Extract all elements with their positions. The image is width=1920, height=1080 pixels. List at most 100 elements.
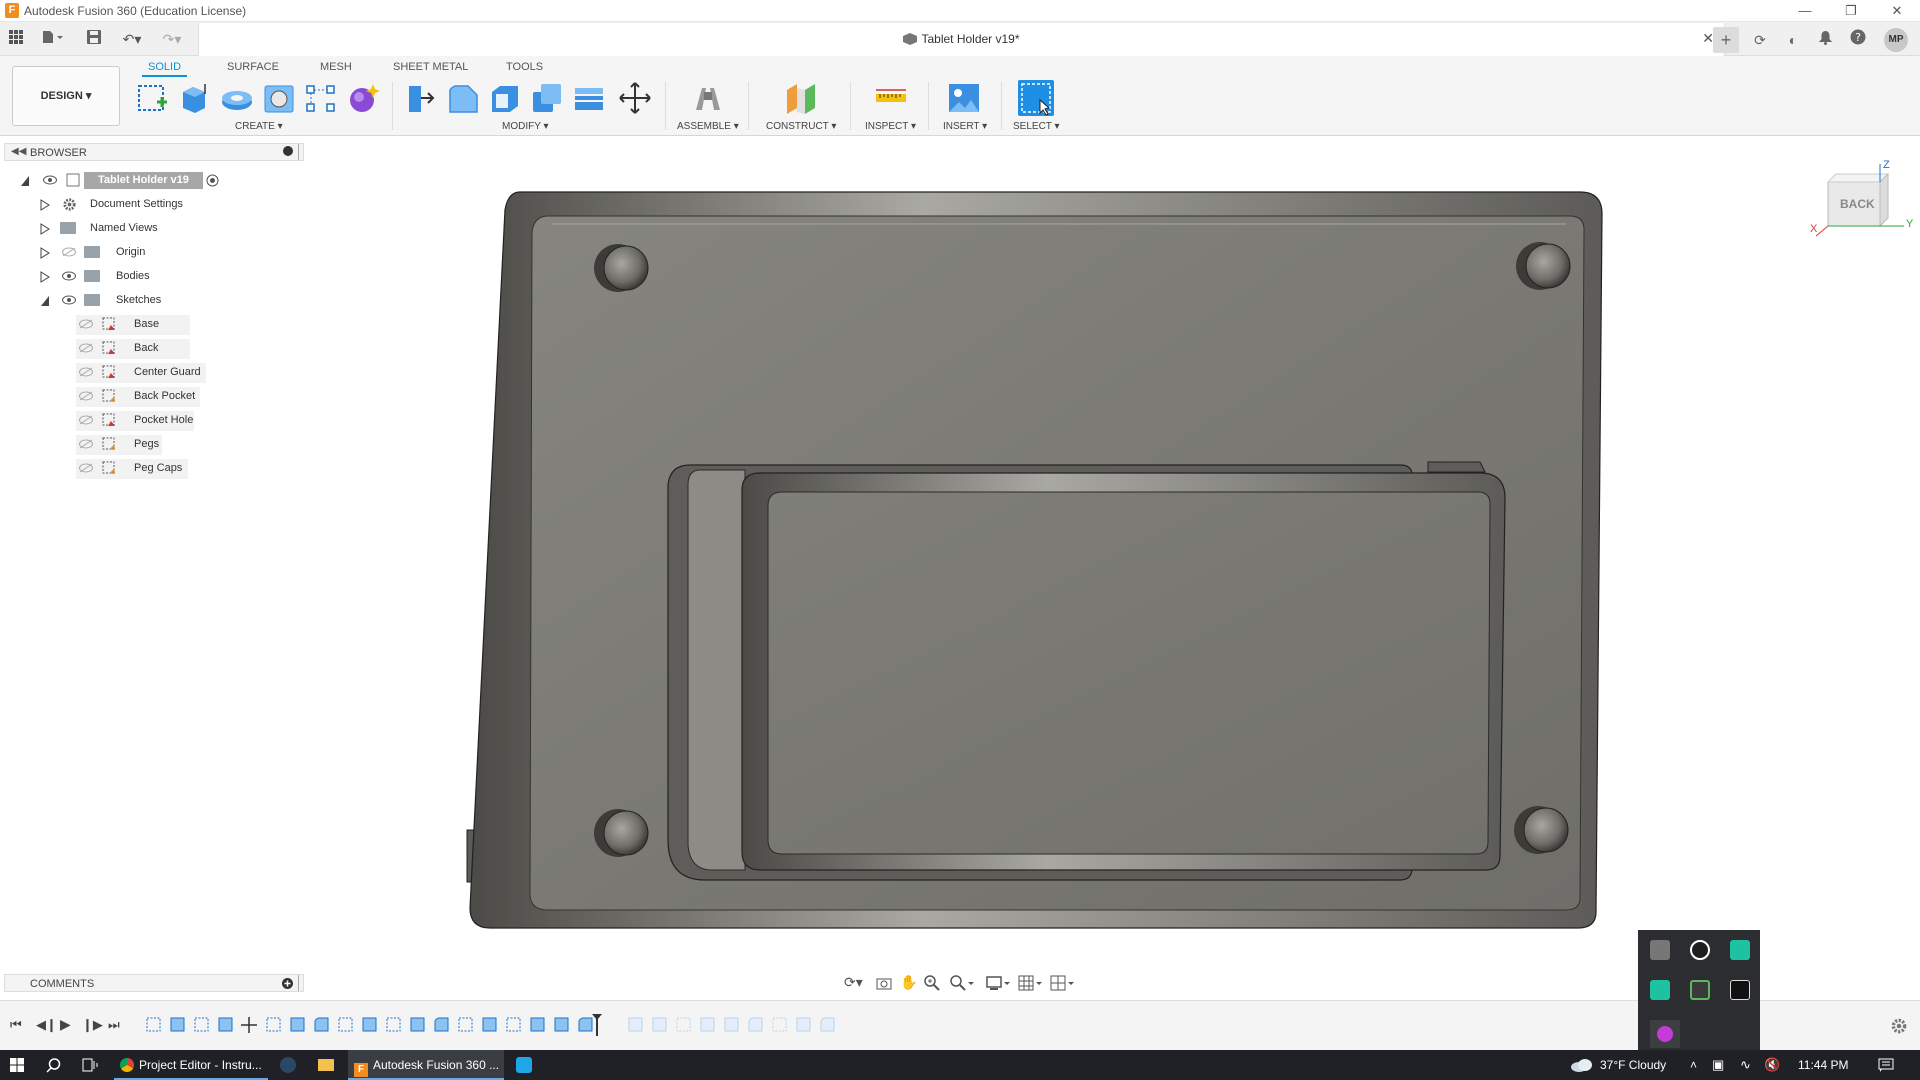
- timeline-last-icon[interactable]: ⏭: [108, 1017, 120, 1033]
- browser-root-label[interactable]: Tablet Holder v19: [84, 172, 203, 189]
- browser-item-sketches[interactable]: Sketches: [0, 291, 300, 311]
- network-icon[interactable]: ▣: [1712, 1050, 1724, 1080]
- browser-panel-header[interactable]: ◀◀ BROWSER: [4, 143, 304, 161]
- sketch-item-pocket-hole[interactable]: Pocket Hole: [76, 411, 194, 431]
- modify-group-label[interactable]: MODIFY ▾: [502, 121, 549, 132]
- combine-icon[interactable]: [529, 80, 565, 116]
- look-at-icon[interactable]: [876, 976, 892, 993]
- volume-muted-icon[interactable]: 🔇: [1764, 1050, 1780, 1080]
- sketch-item-pegs[interactable]: Pegs: [76, 435, 162, 455]
- tab-mesh[interactable]: MESH: [314, 59, 358, 75]
- notifications-bell-icon[interactable]: [1813, 28, 1837, 52]
- display-settings-icon[interactable]: [986, 975, 1012, 994]
- press-pull-icon[interactable]: [403, 80, 439, 116]
- tray-k-app-icon[interactable]: [1730, 980, 1750, 1000]
- job-status-icon[interactable]: ◐: [1781, 28, 1805, 52]
- extrude-icon[interactable]: [177, 80, 213, 116]
- tab-solid[interactable]: SOLID: [142, 59, 188, 77]
- offset-plane-icon[interactable]: [783, 80, 819, 116]
- clock-time[interactable]: 11:44 PM: [1798, 1050, 1848, 1080]
- viewcube-face-label[interactable]: BACK: [1840, 197, 1875, 211]
- tray-green-app-icon[interactable]: [1650, 980, 1670, 1000]
- browser-item-named-views[interactable]: Named Views: [0, 219, 300, 239]
- wifi-icon[interactable]: ∿: [1740, 1050, 1751, 1080]
- document-tab[interactable]: Tablet Holder v19* ✕: [198, 23, 1725, 56]
- hole-icon[interactable]: [261, 80, 297, 116]
- taskbar-item-app[interactable]: [516, 1050, 538, 1080]
- taskbar-item-explorer[interactable]: [318, 1050, 340, 1080]
- orbit-icon[interactable]: ⟳▾: [844, 974, 863, 991]
- timeline-next-icon[interactable]: ❙▶: [82, 1017, 103, 1033]
- browser-pin-icon[interactable]: [283, 146, 293, 156]
- fillet-icon[interactable]: [445, 80, 481, 116]
- tray-green-app-icon[interactable]: [1730, 940, 1750, 960]
- restore-button[interactable]: ❐: [1828, 0, 1874, 22]
- create-sketch-icon[interactable]: [135, 80, 171, 116]
- joint-icon[interactable]: [690, 80, 726, 116]
- extensions-icon[interactable]: ⟳: [1748, 28, 1772, 52]
- viewports-icon[interactable]: [1050, 975, 1076, 994]
- taskbar-item-steam[interactable]: [280, 1050, 302, 1080]
- create-group-label[interactable]: CREATE ▾: [235, 121, 283, 132]
- revolve-icon[interactable]: [219, 80, 255, 116]
- sketch-item-back[interactable]: Back: [76, 339, 190, 359]
- weather-text[interactable]: 37°F Cloudy: [1600, 1050, 1666, 1080]
- show-hidden-icons-chevron-icon[interactable]: ˄: [1690, 1050, 1697, 1080]
- user-avatar[interactable]: MP: [1884, 28, 1908, 52]
- close-window-button[interactable]: ✕: [1874, 0, 1920, 22]
- sketch-item-center-guard[interactable]: Center Guard: [76, 363, 206, 383]
- taskbar-item-fusion[interactable]: F Autodesk Fusion 360 ...: [348, 1050, 504, 1080]
- tab-surface[interactable]: SURFACE: [221, 59, 285, 75]
- notification-center-icon[interactable]: [1878, 1058, 1894, 1072]
- security-shield-icon[interactable]: [1690, 940, 1710, 960]
- collapse-panel-icon[interactable]: ◀◀: [11, 146, 26, 157]
- assemble-group-label[interactable]: ASSEMBLE ▾: [677, 121, 739, 132]
- windows-start-icon[interactable]: [10, 1058, 24, 1072]
- timeline-first-icon[interactable]: ⏮: [10, 1017, 22, 1033]
- workspace-switcher-button[interactable]: DESIGN ▾: [12, 66, 120, 126]
- construct-group-label[interactable]: CONSTRUCT ▾: [766, 121, 836, 132]
- data-panel-grid-icon[interactable]: [6, 28, 26, 50]
- pattern-icon[interactable]: [303, 80, 339, 116]
- sketch-item-base[interactable]: Base: [76, 315, 190, 335]
- browser-item-document-settings[interactable]: Document Settings: [0, 195, 300, 215]
- sketch-item-back-pocket[interactable]: Back Pocket: [76, 387, 200, 407]
- pan-hand-icon[interactable]: ✋: [900, 974, 917, 991]
- insert-image-icon[interactable]: [946, 80, 982, 116]
- timeline-play-icon[interactable]: ▶: [60, 1016, 71, 1033]
- grid-settings-icon[interactable]: [1018, 975, 1044, 994]
- tray-purple-app-icon[interactable]: [1657, 1026, 1673, 1042]
- tray-app-icon[interactable]: [1650, 940, 1670, 960]
- save-icon[interactable]: [84, 28, 104, 50]
- undo-icon[interactable]: ↶▾: [116, 28, 148, 50]
- move-copy-icon[interactable]: [617, 80, 653, 116]
- timeline-previous-icon[interactable]: ◀❙: [36, 1017, 57, 1033]
- zoom-icon[interactable]: [924, 975, 940, 994]
- help-icon[interactable]: ?: [1846, 28, 1870, 52]
- cloudy-weather-icon[interactable]: [1570, 1057, 1594, 1073]
- split-body-icon[interactable]: [571, 80, 607, 116]
- comments-panel-header[interactable]: COMMENTS: [4, 974, 304, 992]
- redo-icon[interactable]: ↷▾: [156, 28, 188, 50]
- shell-icon[interactable]: [487, 80, 523, 116]
- select-tool-icon[interactable]: [1018, 80, 1054, 116]
- minimize-button[interactable]: —: [1782, 0, 1828, 22]
- viewcube[interactable]: BACK X Y Z: [1808, 159, 1918, 240]
- taskbar-item-chrome[interactable]: Project Editor - Instru...: [114, 1050, 268, 1080]
- measure-icon[interactable]: [873, 80, 909, 116]
- insert-group-label[interactable]: INSERT ▾: [943, 121, 987, 132]
- browser-item-origin[interactable]: Origin: [0, 243, 300, 263]
- select-group-label[interactable]: SELECT ▾: [1013, 121, 1060, 132]
- nvidia-icon[interactable]: [1690, 980, 1710, 1000]
- fit-zoom-icon[interactable]: [950, 975, 976, 994]
- new-tab-plus-icon[interactable]: +: [1713, 27, 1739, 53]
- timeline-features[interactable]: [145, 1014, 845, 1036]
- tab-sheet-metal[interactable]: SHEET METAL: [387, 59, 474, 75]
- inspect-group-label[interactable]: INSPECT ▾: [865, 121, 916, 132]
- browser-root-row[interactable]: Tablet Holder v19: [0, 171, 300, 191]
- sketch-item-peg-caps[interactable]: Peg Caps: [76, 459, 188, 479]
- search-icon[interactable]: [46, 1058, 61, 1073]
- timeline-settings-gear-icon[interactable]: [1890, 1017, 1908, 1035]
- create-form-icon[interactable]: [345, 80, 381, 116]
- tab-tools[interactable]: TOOLS: [500, 59, 549, 75]
